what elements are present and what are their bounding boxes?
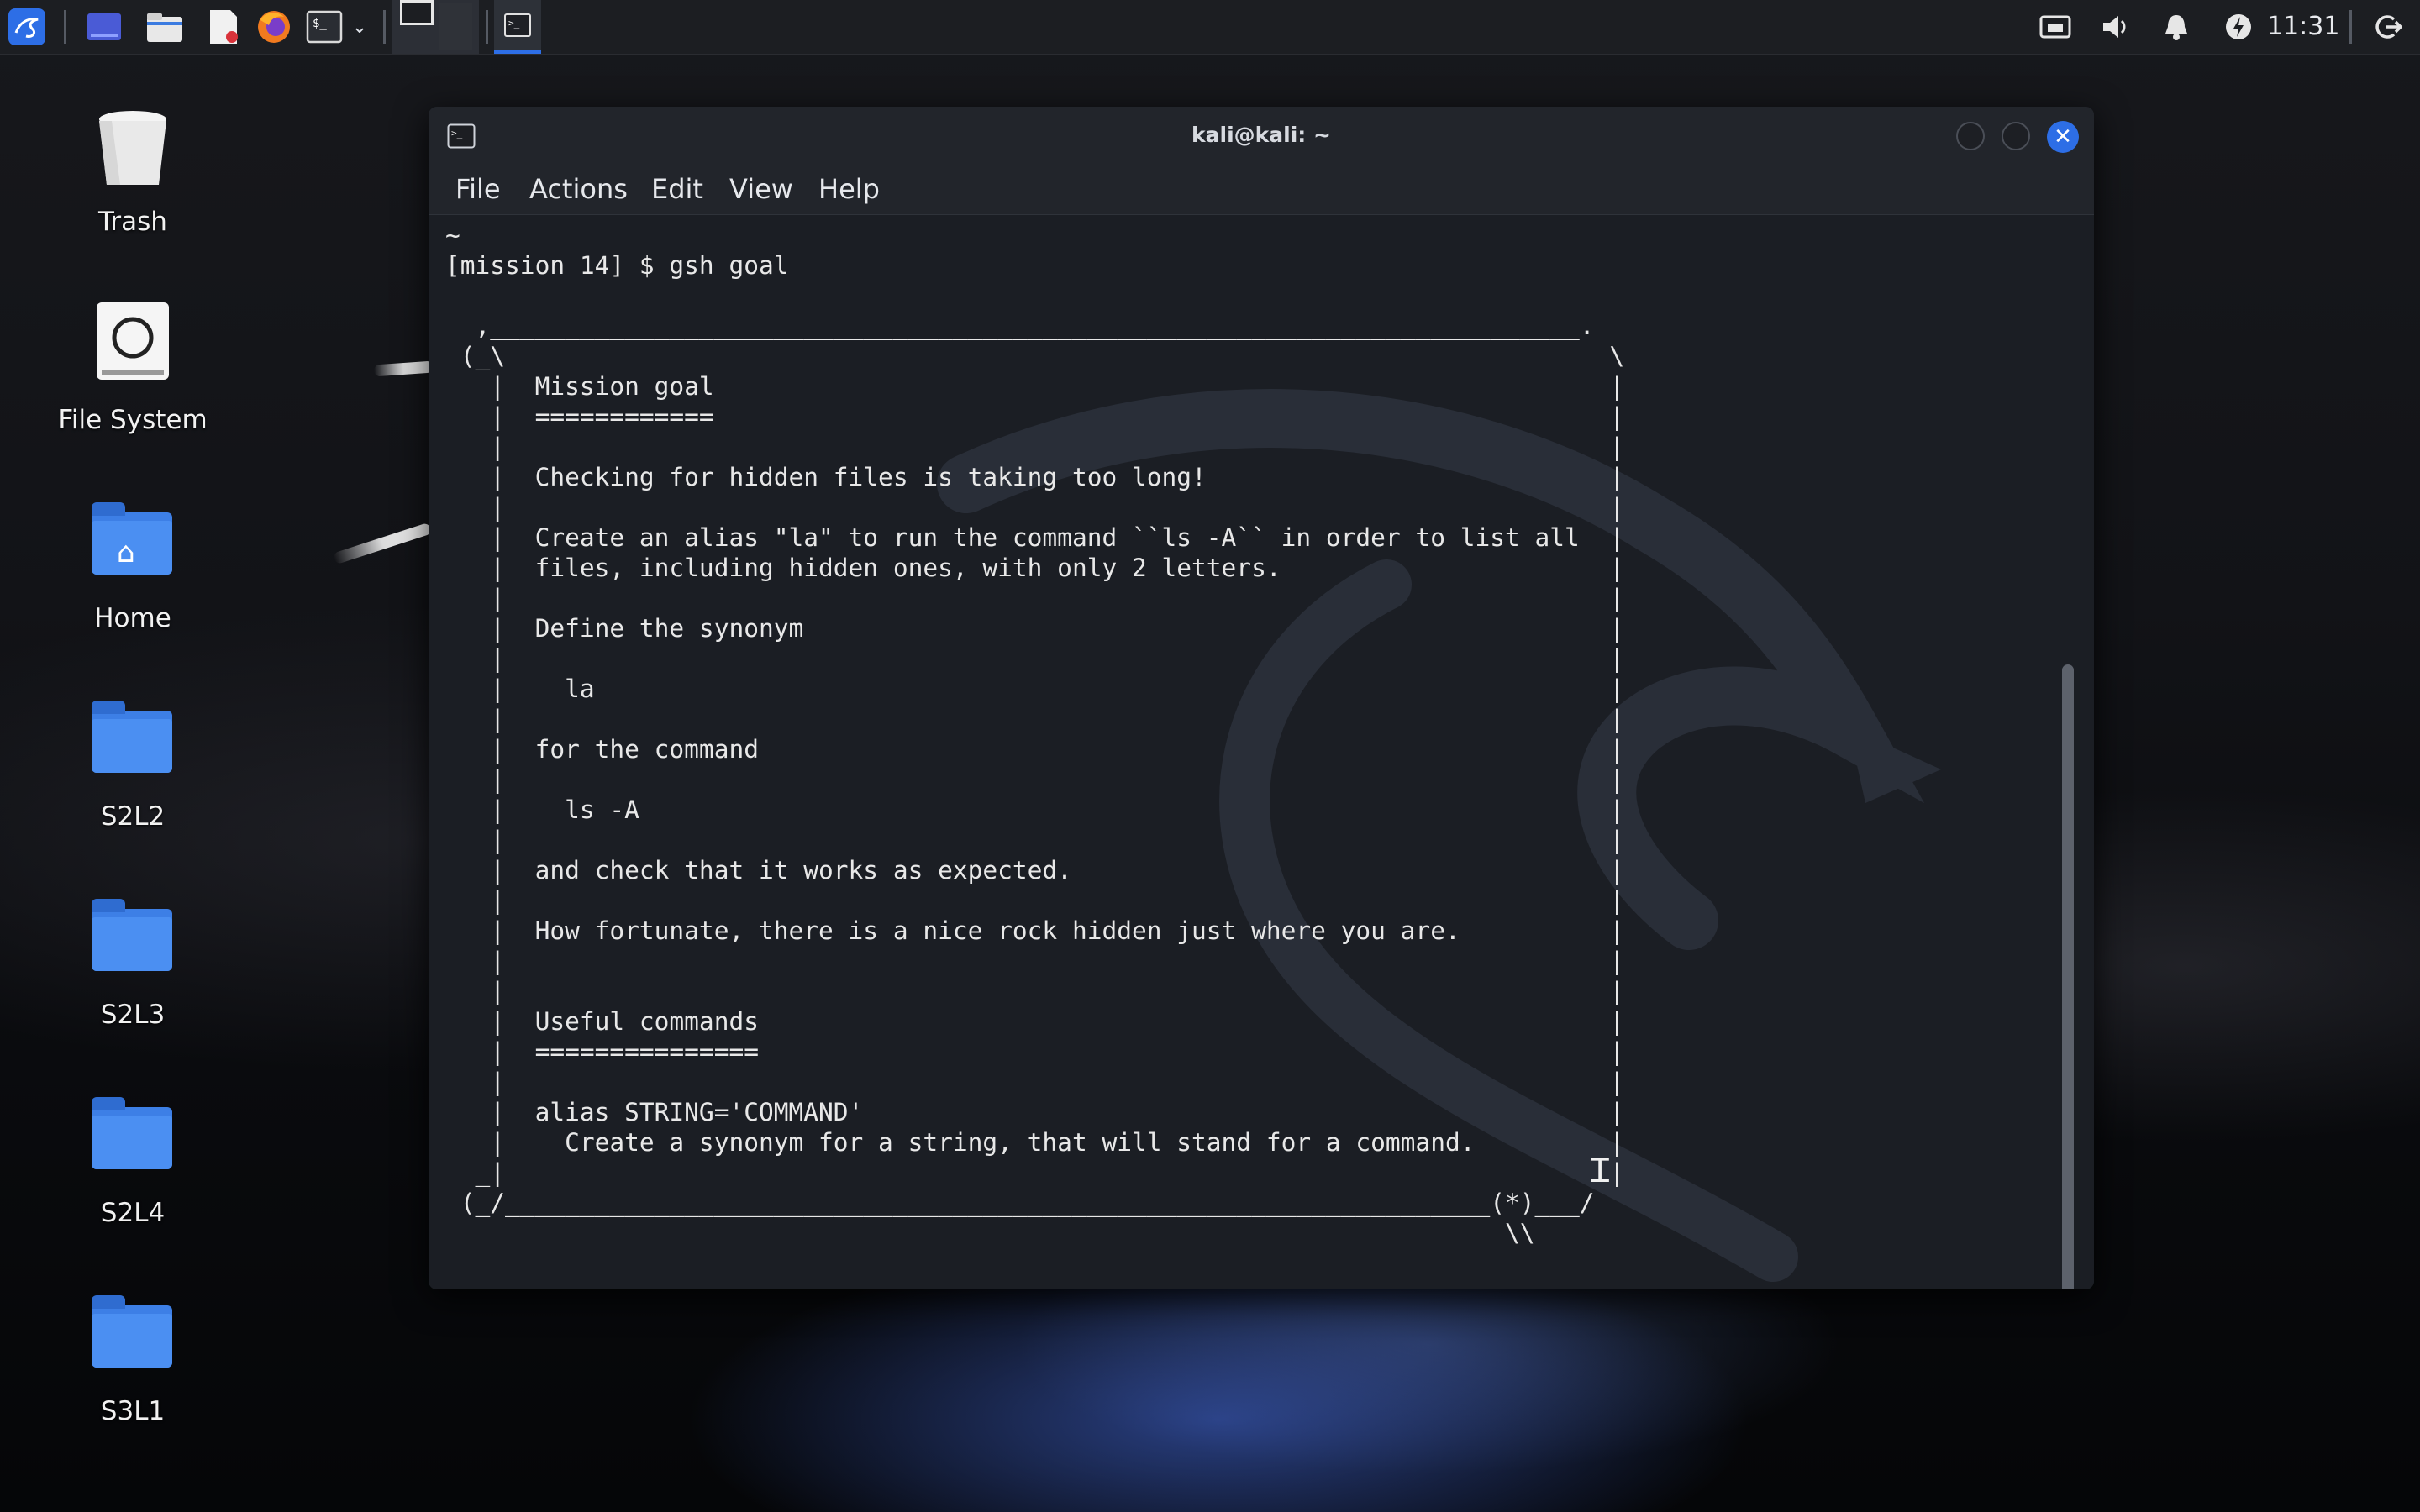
minimize-button[interactable] xyxy=(1956,122,1985,150)
notifications-icon[interactable] xyxy=(2156,7,2196,47)
folder-icon xyxy=(87,696,179,788)
desktop-item-label: S3L1 xyxy=(100,1396,166,1426)
taskbar-separator xyxy=(383,10,386,44)
window-title: kali@kali: ~ xyxy=(1192,123,1331,147)
terminal-output: ~ [mission 14] $ gsh goal ,_____________… xyxy=(445,221,1625,1247)
chevron-down-icon[interactable]: ⌄ xyxy=(343,7,376,47)
scrollbar[interactable] xyxy=(2062,664,2074,1289)
power-manager-icon[interactable] xyxy=(2218,7,2259,47)
workspace-switcher[interactable] xyxy=(392,0,479,54)
folder-icon xyxy=(87,1290,179,1383)
network-icon[interactable] xyxy=(2035,7,2075,47)
desktop-item-label: Home xyxy=(94,603,171,633)
volume-icon[interactable] xyxy=(2096,7,2136,47)
menu-actions[interactable]: Actions xyxy=(529,164,628,214)
desktop-item-home[interactable]: ⌂ Home xyxy=(34,497,232,633)
folder-icon xyxy=(87,894,179,986)
taskbar-separator xyxy=(2349,10,2352,44)
desktop-item-s2l2[interactable]: S2L2 xyxy=(34,696,232,832)
menu-view[interactable]: View xyxy=(729,164,793,214)
file-manager-icon[interactable] xyxy=(145,7,185,47)
trash-icon xyxy=(87,101,179,193)
maximize-button[interactable] xyxy=(2002,122,2030,150)
taskbar: $_ ⌄ >_ 11:31 xyxy=(0,0,2420,55)
home-folder-icon: ⌂ xyxy=(87,497,179,590)
desktop-item-s3l1[interactable]: S3L1 xyxy=(34,1290,232,1426)
desktop-item-s2l3[interactable]: S2L3 xyxy=(34,894,232,1030)
wallpaper-streak xyxy=(373,360,434,377)
workspace-1-icon[interactable] xyxy=(400,0,434,25)
close-icon: ✕ xyxy=(2054,124,2072,150)
active-terminal-icon[interactable]: >_ xyxy=(494,0,541,54)
clock[interactable]: 11:31 xyxy=(2267,8,2339,45)
desktop-item-label: Trash xyxy=(98,207,167,237)
kali-menu-icon[interactable] xyxy=(7,7,47,47)
menu-file[interactable]: File xyxy=(455,164,501,214)
desktop: $_ ⌄ >_ 11:31 Trash File System ⌂ Home S… xyxy=(0,0,2420,1512)
menu-edit[interactable]: Edit xyxy=(651,164,703,214)
wallpaper-streak xyxy=(332,522,433,565)
desktop-item-file-system[interactable]: File System xyxy=(34,299,232,435)
terminal-icon[interactable]: $_ xyxy=(304,7,345,47)
text-cursor-icon: Ɪ xyxy=(1591,1152,1610,1190)
desktop-item-s2l4[interactable]: S2L4 xyxy=(34,1092,232,1228)
drive-icon xyxy=(87,299,179,391)
folder-icon xyxy=(87,1092,179,1184)
desktop-item-trash[interactable]: Trash xyxy=(34,101,232,237)
firefox-icon[interactable] xyxy=(254,7,294,47)
text-editor-icon[interactable] xyxy=(203,7,244,47)
title-bar[interactable]: >_ kali@kali: ~ ✕ xyxy=(429,107,2094,164)
desktop-item-label: S2L4 xyxy=(100,1198,166,1228)
taskbar-separator xyxy=(486,10,488,44)
desktop-item-label: S2L3 xyxy=(100,1000,166,1030)
desktop-item-label: File System xyxy=(58,405,208,435)
logout-icon[interactable] xyxy=(2368,7,2408,47)
terminal-window[interactable]: >_ kali@kali: ~ ✕ File Actions Edit View… xyxy=(429,107,2094,1289)
terminal-content-area[interactable]: ~ [mission 14] $ gsh goal ,_____________… xyxy=(429,215,2094,1289)
desktop-item-label: S2L2 xyxy=(100,801,166,832)
svg-text:$_: $_ xyxy=(313,17,327,30)
menu-help[interactable]: Help xyxy=(818,164,880,214)
close-button[interactable]: ✕ xyxy=(2047,121,2079,153)
workspace-icon[interactable] xyxy=(84,7,124,47)
svg-text:>_: >_ xyxy=(508,18,520,29)
workspace-2-icon[interactable] xyxy=(439,3,472,50)
menu-bar: File Actions Edit View Help xyxy=(429,164,2094,215)
taskbar-separator xyxy=(64,10,66,44)
